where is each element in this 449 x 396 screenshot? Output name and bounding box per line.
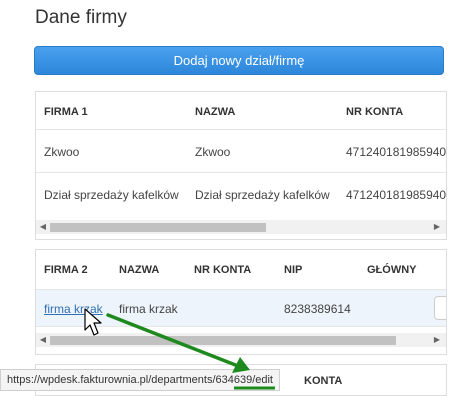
table-cell: 8238389614 <box>284 302 351 316</box>
scrollbar-thumb[interactable] <box>50 336 396 345</box>
column-header-firma: FIRMA 2 <box>44 264 88 276</box>
column-header-nip: NIP <box>284 264 303 276</box>
divider <box>36 289 446 290</box>
divider <box>36 129 446 130</box>
company-link[interactable]: firma krzak <box>44 302 103 316</box>
column-header-nazwa: NAZWA <box>119 264 160 276</box>
scroll-left-icon[interactable]: ◀ <box>36 333 50 347</box>
status-bar-url: https://wpdesk.fakturownia.pl/department… <box>0 369 280 391</box>
horizontal-scrollbar[interactable]: ◀ ▶ <box>36 333 446 347</box>
column-header-nazwa: NAZWA <box>195 106 236 118</box>
table-cell: firma krzak <box>119 302 178 316</box>
column-header-nr-konta: NR KONTA <box>194 264 252 276</box>
companies-table-1: FIRMA 1 NAZWA NR KONTA Zkwoo Zkwoo 47124… <box>35 91 447 240</box>
divider <box>36 172 446 173</box>
page-title: Dane firmy <box>35 7 127 28</box>
scroll-left-icon[interactable]: ◀ <box>36 220 50 234</box>
table-cell: Dział sprzedaży kafelków <box>44 188 179 202</box>
table-cell: Zkwoo <box>44 145 80 159</box>
row-action-button[interactable] <box>434 296 446 320</box>
column-header-nr-konta: NR KONTA <box>346 106 404 118</box>
companies-table-2: FIRMA 2 NAZWA NR KONTA NIP GŁÓWNY firma … <box>35 249 447 355</box>
scrollbar-thumb[interactable] <box>50 223 266 232</box>
table-cell: Dział sprzedaży kafelków <box>195 188 330 202</box>
column-header-konta: KONTA <box>304 375 343 387</box>
table-cell: Zkwoo <box>195 145 231 159</box>
horizontal-scrollbar[interactable]: ◀ ▶ <box>36 220 446 234</box>
column-header-glowny: GŁÓWNY <box>367 264 417 276</box>
scroll-right-icon[interactable]: ▶ <box>430 333 444 347</box>
divider <box>36 326 446 327</box>
table-cell: 47124018198594015 <box>346 188 447 202</box>
column-header-firma: FIRMA 1 <box>44 106 88 118</box>
add-department-button[interactable]: Dodaj nowy dział/firmę <box>34 46 444 75</box>
table-cell: 47124018198594015 <box>346 145 447 159</box>
scroll-right-icon[interactable]: ▶ <box>430 220 444 234</box>
